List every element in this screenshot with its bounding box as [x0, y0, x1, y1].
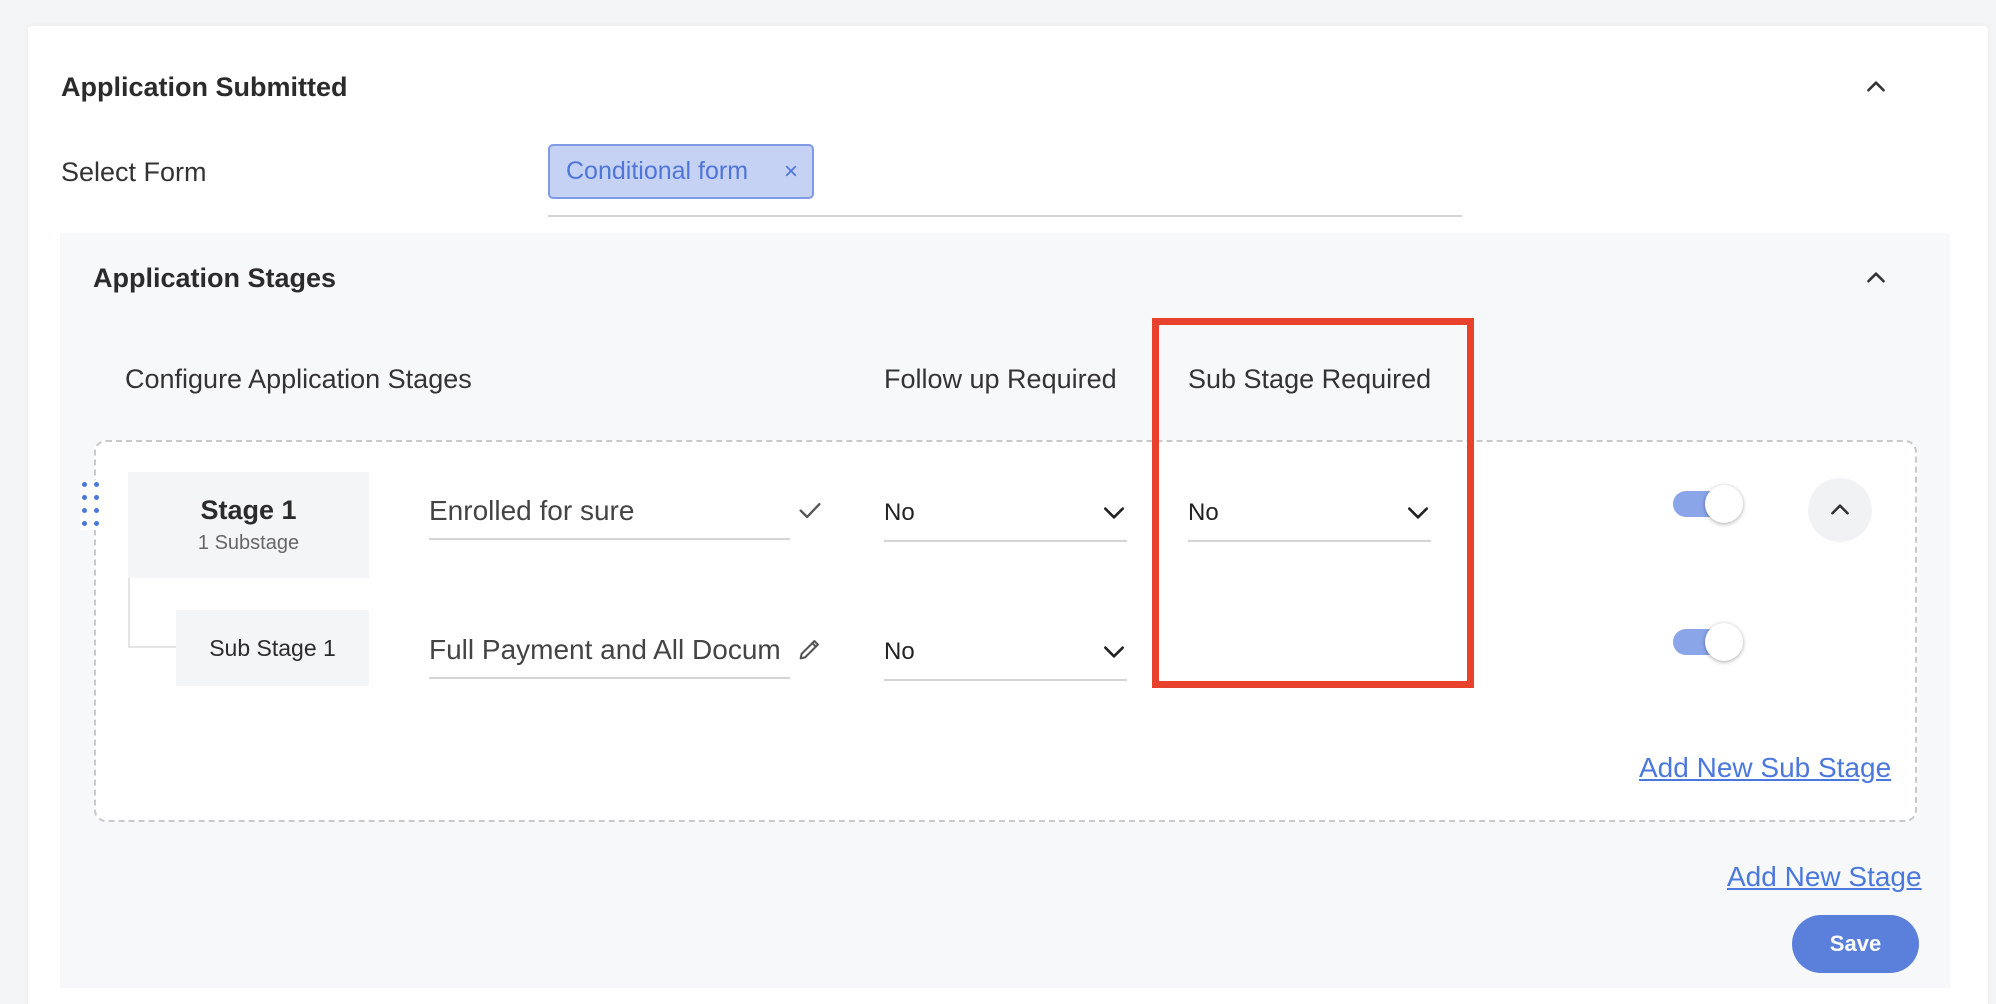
substage-name: Sub Stage 1	[209, 634, 336, 661]
section-title-application-submitted: Application Submitted	[61, 72, 348, 102]
substage-enabled-toggle[interactable]	[1673, 623, 1743, 661]
highlight-annotation	[1152, 318, 1474, 688]
substage-name-field[interactable]	[429, 623, 819, 679]
tree-connector	[128, 578, 130, 648]
follow-up-value: No	[884, 638, 915, 665]
form-chip-label: Conditional form	[566, 157, 749, 185]
select-form-label: Select Form	[61, 157, 207, 187]
stage-label: Stage 1 1 Substage	[128, 472, 369, 578]
check-icon[interactable]	[796, 496, 824, 524]
drag-handle-icon[interactable]	[80, 480, 104, 530]
follow-up-select-stage[interactable]: No	[884, 486, 1127, 542]
add-new-stage-link[interactable]: Add New Stage	[1727, 861, 1922, 893]
stage-enabled-toggle[interactable]	[1673, 485, 1743, 523]
collapse-stages-icon[interactable]	[1858, 260, 1894, 296]
select-form-underline[interactable]	[548, 215, 1462, 217]
follow-up-select-substage[interactable]: No	[884, 625, 1127, 681]
save-button[interactable]: Save	[1792, 915, 1919, 973]
stage-name-input[interactable]	[429, 495, 790, 527]
column-header-follow-up: Follow up Required	[884, 364, 1117, 394]
stage-name: Stage 1	[200, 495, 297, 525]
substage-count: 1 Substage	[197, 532, 300, 554]
chevron-down-icon	[1104, 646, 1124, 658]
substage-name-input[interactable]	[429, 634, 790, 666]
stage-name-field[interactable]	[429, 484, 821, 540]
collapse-application-icon[interactable]	[1858, 69, 1894, 105]
substage-label: Sub Stage 1	[176, 610, 369, 686]
collapse-stage-button[interactable]	[1808, 478, 1872, 542]
chevron-up-icon	[1831, 504, 1849, 515]
tree-connector	[128, 646, 178, 648]
close-icon[interactable]: ×	[784, 160, 798, 184]
toggle-thumb	[1705, 485, 1743, 523]
chevron-down-icon	[1104, 507, 1124, 519]
follow-up-value: No	[884, 499, 915, 526]
section-title-application-stages: Application Stages	[93, 263, 337, 293]
form-chip[interactable]: Conditional form ×	[548, 144, 814, 199]
column-header-configure: Configure Application Stages	[125, 364, 472, 394]
toggle-thumb	[1705, 623, 1743, 661]
add-new-sub-stage-link[interactable]: Add New Sub Stage	[1639, 752, 1891, 784]
pencil-icon[interactable]	[796, 635, 824, 663]
